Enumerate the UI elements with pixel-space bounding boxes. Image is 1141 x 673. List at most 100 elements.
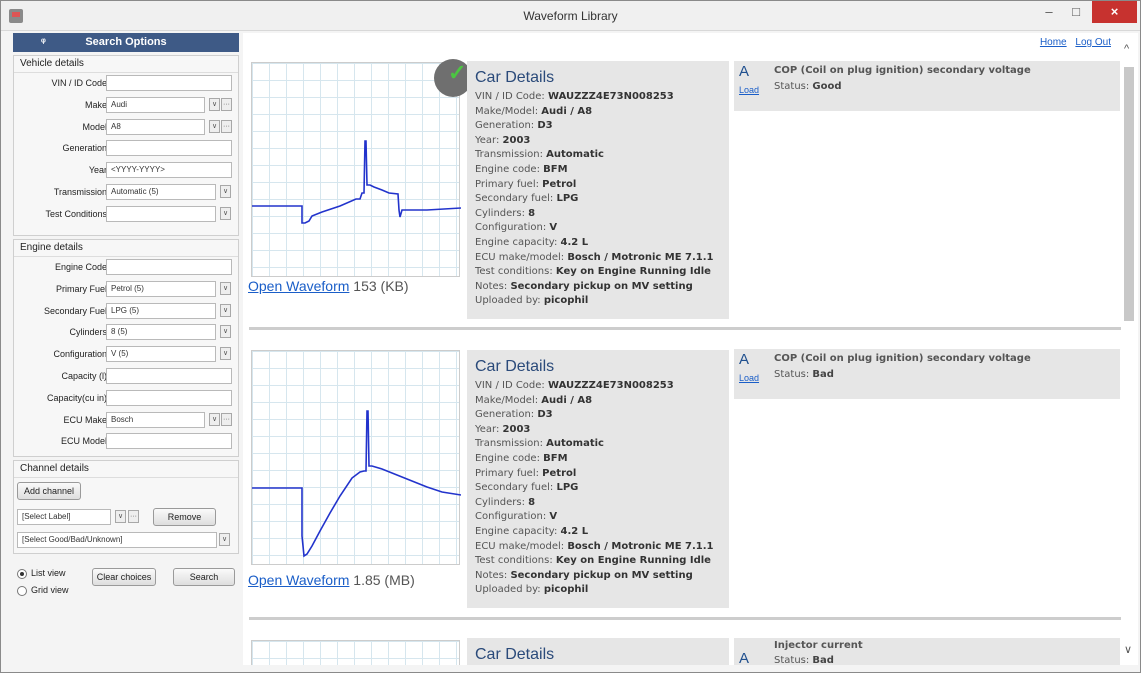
car-details-title: Car Details — [475, 69, 555, 86]
chevron-down-icon[interactable]: ∨ — [220, 303, 231, 317]
pin-icon[interactable]: ᵠ — [41, 33, 46, 52]
add-channel-button[interactable]: Add channel — [17, 482, 81, 500]
year-input[interactable]: <YYYY-YYYY> — [106, 162, 232, 179]
clear-choices-button[interactable]: Clear choices — [92, 568, 156, 586]
checkmark-icon: ✓ — [448, 60, 467, 85]
engine-details-title: Engine details — [14, 240, 238, 257]
chevron-down-icon[interactable]: ∨ — [209, 119, 220, 133]
detail-key: Cylinders: — [475, 207, 529, 219]
car-detail-row: Engine capacity: 4.2 L — [475, 525, 721, 540]
detail-key: Uploaded by: — [475, 295, 544, 307]
detail-key: Generation: — [475, 120, 538, 132]
channel-panel: A Load COP (Coil on plug ignition) secon… — [734, 349, 1120, 399]
car-details-title: Car Details — [475, 358, 555, 375]
chevron-down-icon[interactable]: ∨ — [115, 510, 126, 523]
channel-status: Status: Bad — [774, 369, 834, 380]
chevron-down-icon[interactable]: ∨ — [209, 97, 220, 111]
detail-key: Test conditions: — [475, 555, 556, 567]
channel-panel: A Load COP (Coil on plug ignition) secon… — [734, 61, 1120, 111]
detail-value: Secondary pickup on MV setting — [510, 280, 693, 292]
detail-key: ECU make/model: — [475, 540, 568, 552]
logout-link[interactable]: Log Out — [1075, 37, 1111, 48]
scrollbar-thumb[interactable] — [1124, 67, 1134, 321]
list-view-radio[interactable] — [17, 569, 27, 579]
detail-value: Petrol — [542, 178, 577, 190]
detail-value: Automatic — [546, 149, 604, 161]
car-detail-row: ECU make/model: Bosch / Motronic ME 7.1.… — [475, 251, 721, 266]
channel-details-section: Channel details Add channel [Select Labe… — [13, 460, 239, 554]
detail-value: LPG — [556, 193, 579, 205]
load-link[interactable]: Load — [739, 373, 759, 383]
vertical-scrollbar[interactable]: ^ ∨ — [1121, 33, 1138, 665]
detail-key: Primary fuel: — [475, 178, 543, 190]
car-detail-row: VIN / ID Code: WAUZZZ4E73N008253 — [475, 379, 721, 394]
detail-key: Engine code: — [475, 163, 544, 175]
car-detail-row: Test conditions: Key on Engine Running I… — [475, 554, 721, 569]
ellipsis-icon[interactable]: ··· — [221, 119, 232, 133]
chevron-down-icon[interactable]: ∨ — [220, 281, 231, 295]
waveform-trace — [252, 140, 461, 224]
model-select[interactable]: A8 — [106, 118, 205, 135]
ellipsis-icon[interactable]: ··· — [221, 412, 232, 426]
detail-key: VIN / ID Code: — [475, 380, 548, 391]
chevron-down-icon[interactable]: ∨ — [219, 533, 230, 546]
car-detail-row: Transmission: Automatic — [475, 437, 721, 452]
detail-value: Audi / A8 — [541, 394, 593, 406]
detail-key: Primary fuel: — [475, 467, 543, 479]
transmission-select[interactable]: Automatic (5) — [106, 183, 216, 200]
detail-key: Transmission: — [475, 149, 547, 161]
capacity-l-input[interactable] — [106, 367, 232, 384]
detail-key: Configuration: — [475, 511, 550, 523]
vehicle-details-title: Vehicle details — [14, 56, 238, 73]
result-card: Open Waveform 1.85 (MB) Car Details VIN … — [243, 347, 1121, 633]
ecu-model-input[interactable] — [106, 433, 232, 450]
channel-label-select[interactable]: [Select Label] — [17, 509, 111, 525]
detail-value: Automatic — [546, 438, 604, 450]
cylinders-select[interactable]: 8 (5) — [106, 324, 216, 341]
secondary-fuel-select[interactable]: LPG (5) — [106, 302, 216, 319]
status-filter-select[interactable]: [Select Good/Bad/Unknown] — [17, 532, 217, 548]
test-conditions-select[interactable] — [106, 205, 216, 222]
maximize-icon[interactable]: □ — [1063, 1, 1089, 23]
open-waveform-link[interactable]: Open Waveform — [248, 278, 349, 294]
vin-input[interactable] — [106, 75, 232, 91]
waveform-thumbnail[interactable] — [251, 640, 460, 665]
capacity-cuin-input[interactable] — [106, 389, 232, 406]
detail-key: Uploaded by: — [475, 584, 544, 596]
ellipsis-icon[interactable]: ··· — [128, 510, 139, 523]
waveform-thumbnail[interactable]: ✓ — [251, 59, 472, 277]
detail-key: Secondary fuel: — [475, 193, 557, 205]
chevron-down-icon[interactable]: ∨ — [220, 347, 231, 361]
waveform-thumbnail[interactable] — [251, 350, 461, 565]
primary-fuel-select[interactable]: Petrol (5) — [106, 280, 216, 297]
chevron-down-icon[interactable]: ∨ — [220, 206, 231, 220]
search-options-header[interactable]: ᵠ Search Options — [13, 33, 239, 52]
scroll-up-icon[interactable]: ^ — [1124, 43, 1129, 55]
detail-value: 8 — [528, 496, 536, 508]
home-link[interactable]: Home — [1040, 37, 1067, 48]
search-button[interactable]: Search — [173, 568, 235, 586]
generation-input[interactable] — [106, 140, 232, 157]
engine-code-input[interactable] — [106, 259, 232, 275]
ecu-make-select[interactable]: Bosch — [106, 411, 205, 428]
close-icon[interactable]: × — [1092, 1, 1137, 23]
grid-view-radio[interactable] — [17, 586, 27, 596]
car-details-title: Car Details — [475, 646, 555, 663]
search-options-panel: ᵠ Search Options Vehicle details VIN / I… — [13, 33, 239, 665]
status-value: Bad — [812, 655, 834, 665]
car-detail-row: Configuration: V — [475, 510, 721, 525]
minimize-icon[interactable]: – — [1036, 1, 1062, 23]
application-window: Waveform Library – □ × ᵠ Search Options … — [0, 0, 1141, 673]
chevron-down-icon[interactable]: ∨ — [220, 184, 231, 198]
chevron-down-icon[interactable]: ∨ — [209, 412, 220, 426]
configuration-select[interactable]: V (5) — [106, 346, 216, 363]
chevron-down-icon[interactable]: ∨ — [220, 325, 231, 339]
remove-button[interactable]: Remove — [153, 508, 216, 526]
car-detail-row: Year: 2003 — [475, 423, 721, 438]
load-link[interactable]: Load — [739, 85, 759, 95]
make-select[interactable]: Audi — [106, 96, 205, 113]
scroll-down-icon[interactable]: ∨ — [1124, 643, 1132, 656]
open-waveform-link[interactable]: Open Waveform — [248, 572, 349, 588]
ellipsis-icon[interactable]: ··· — [221, 97, 232, 111]
detail-value: BFM — [543, 452, 568, 464]
